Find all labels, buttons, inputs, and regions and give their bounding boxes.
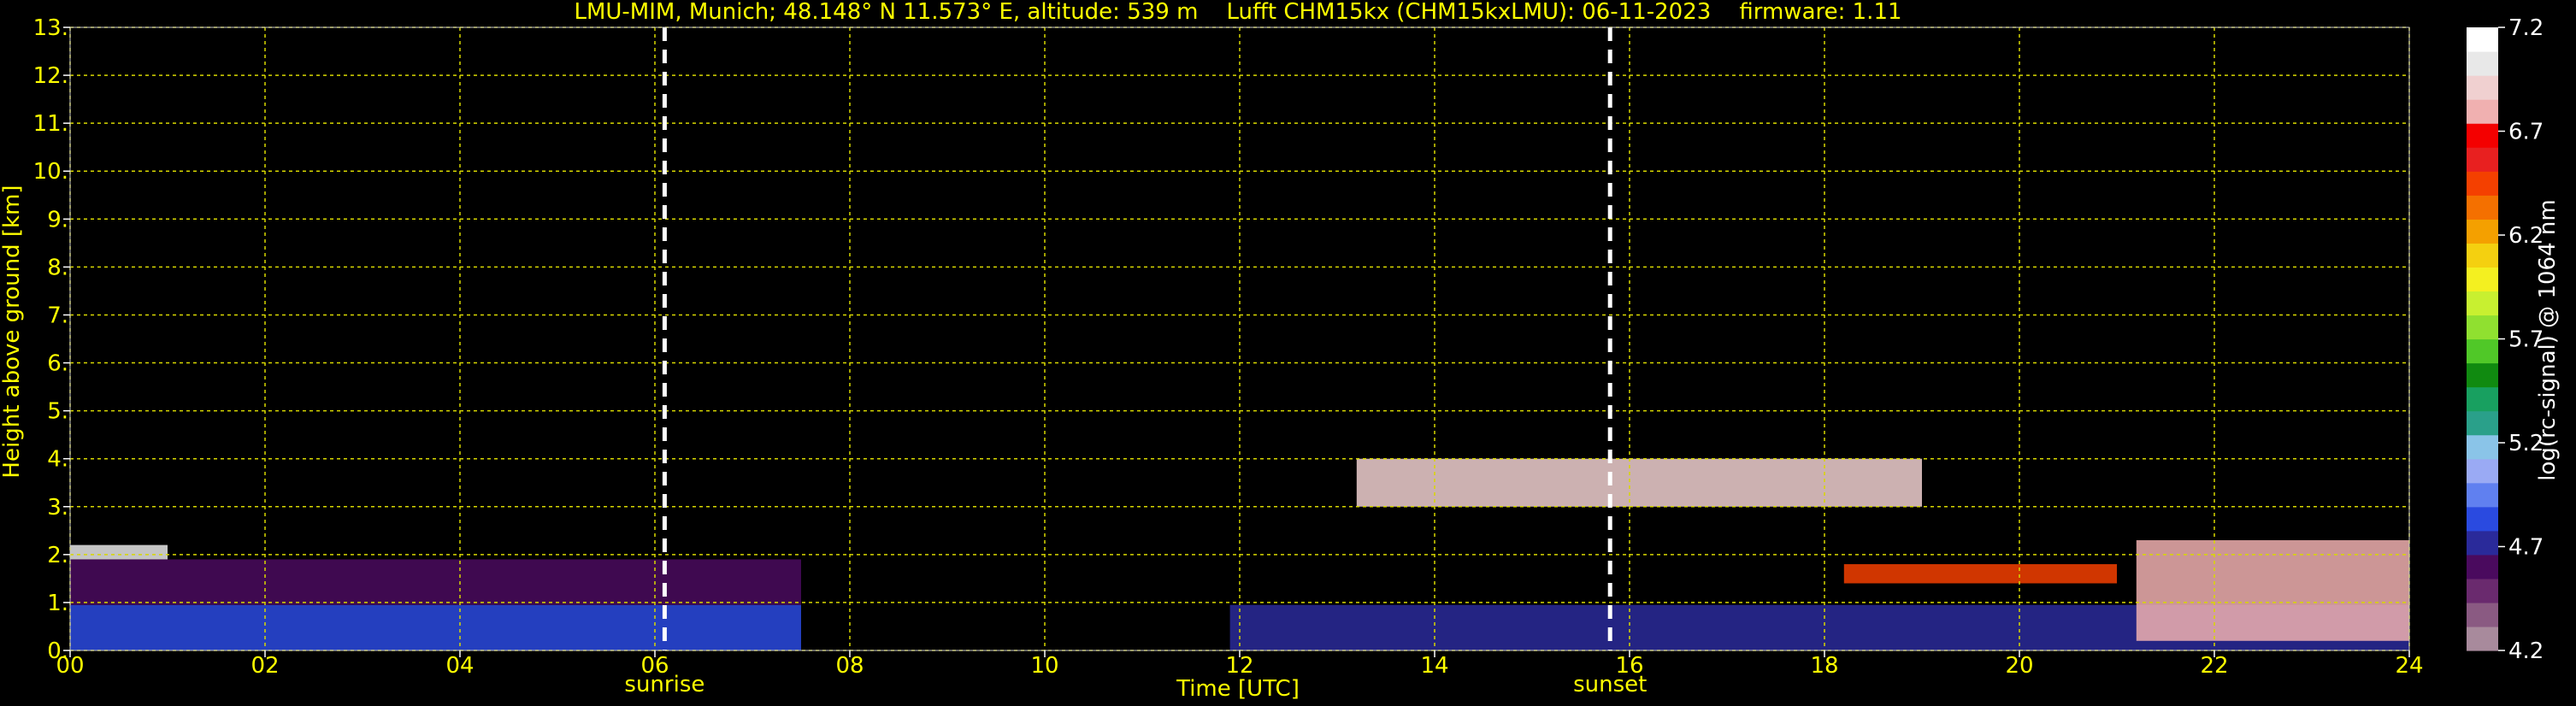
colorbar-segment (2467, 554, 2498, 580)
y-tick-label: 6. (47, 351, 68, 377)
colorbar-segment (2467, 602, 2498, 627)
y-tick-label: 10. (33, 159, 68, 185)
ceilometer-chart: sunrise sunset 00 02 04 06 08 10 12 14 16 18 20 22 24… (0, 0, 2561, 702)
backscatter-layer (1356, 458, 1922, 507)
y-tick-label: 2. (47, 543, 68, 568)
x-tick-label: 02 (251, 653, 279, 679)
x-axis-ticks: 00 02 04 06 08 10 12 14 16 18 20 22 24 (56, 650, 2424, 679)
backscatter-layer (70, 604, 801, 650)
colorbar-segment (2467, 51, 2498, 76)
y-axis-ticks: 0. 1. 2. 3. 4. 5. 6. 7. 8. 9. 10. 11. 12. 13. (33, 15, 70, 664)
colorbar-segment (2467, 147, 2498, 172)
colorbar (2467, 27, 2498, 651)
colorbar-segment (2467, 410, 2498, 436)
x-tick-label: 16 (1615, 653, 1643, 679)
x-tick-label: 22 (2200, 653, 2228, 679)
y-tick-label: 4. (47, 447, 68, 473)
colorbar-segment (2467, 315, 2498, 340)
colorbar-segment (2467, 530, 2498, 556)
backscatter-layer (1843, 564, 2117, 584)
x-tick-label: 24 (2395, 653, 2423, 679)
colorbar-segment (2467, 99, 2498, 124)
colorbar-tick-label: 4.2 (2508, 638, 2544, 664)
y-tick-label: 12. (33, 63, 68, 89)
colorbar-tick-label: 6.7 (2508, 120, 2544, 145)
colorbar-segment (2467, 506, 2498, 532)
backscatter-layer (70, 559, 801, 605)
backscatter-layer (2136, 540, 2409, 641)
x-tick-label: 14 (1420, 653, 1448, 679)
y-tick-label: 8. (47, 255, 68, 280)
colorbar-segment (2467, 626, 2498, 651)
colorbar-segment (2467, 171, 2498, 196)
colorbar-tick-label: 4.7 (2508, 535, 2544, 561)
y-tick-label: 1. (47, 591, 68, 616)
colorbar-segment (2467, 338, 2498, 364)
colorbar-segment (2467, 75, 2498, 100)
colorbar-segment (2467, 195, 2498, 220)
y-axis-label: Height above ground [km] (0, 185, 25, 478)
x-tick-label: 12 (1225, 653, 1253, 679)
x-tick-label: 20 (2005, 653, 2033, 679)
colorbar-segment (2467, 267, 2498, 292)
y-tick-label: 13. (33, 15, 68, 41)
colorbar-segment (2467, 27, 2498, 52)
colorbar-segment (2467, 291, 2498, 316)
y-tick-label: 5. (47, 399, 68, 425)
x-tick-label: 04 (445, 653, 474, 679)
x-tick-label: 06 (640, 653, 669, 679)
colorbar-segment (2467, 434, 2498, 460)
colorbar-tick-label: 7.2 (2508, 15, 2544, 41)
x-axis-label: Time [UTC] (1176, 676, 1300, 702)
colorbar-segment (2467, 123, 2498, 148)
colorbar-segment (2467, 482, 2498, 508)
x-tick-label: 08 (835, 653, 864, 679)
colorbar-segment (2467, 219, 2498, 244)
x-tick-label: 18 (1810, 653, 1838, 679)
y-tick-label: 11. (33, 111, 68, 137)
y-tick-label: 0. (47, 638, 68, 664)
colorbar-segment (2467, 458, 2498, 484)
y-tick-label: 9. (47, 207, 68, 232)
colorbar-segment (2467, 386, 2498, 412)
x-tick-label: 10 (1030, 653, 1058, 679)
y-tick-label: 7. (47, 303, 68, 328)
colorbar-label: log(rc-signal) @ 1064 nm (2535, 199, 2561, 480)
y-tick-label: 3. (47, 495, 68, 521)
colorbar-segment (2467, 243, 2498, 268)
colorbar-segment (2467, 362, 2498, 388)
backscatter-layer (70, 544, 168, 560)
chart-title: LMU-MIM, Munich; 48.148° N 11.573° E, al… (574, 0, 1901, 25)
colorbar-segment (2467, 578, 2498, 603)
